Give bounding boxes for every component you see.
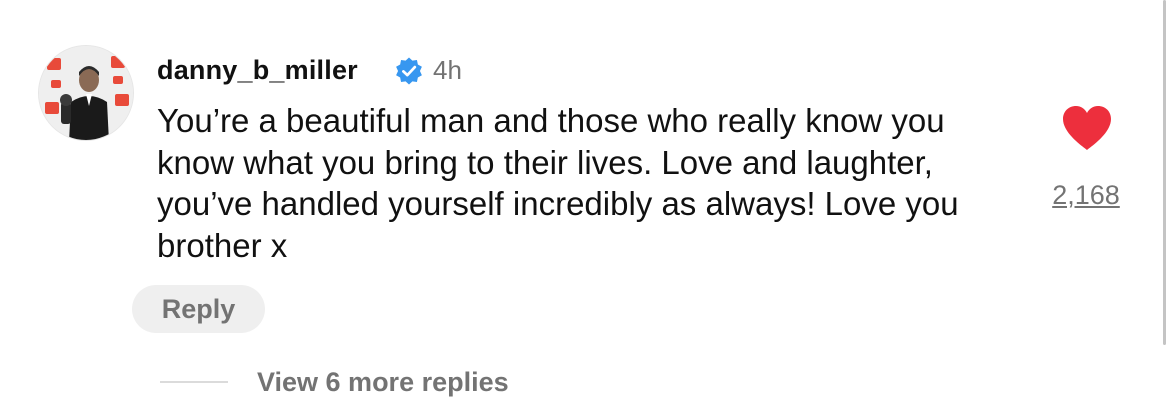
scrollbar[interactable] (1160, 0, 1170, 420)
avatar-image (39, 46, 133, 140)
reply-button[interactable]: Reply (132, 285, 265, 333)
comment-view: danny_b_miller 4h You’re a beautiful man… (0, 0, 1170, 420)
view-more-replies-button[interactable]: View 6 more replies (160, 360, 509, 404)
avatar[interactable] (38, 45, 134, 141)
username[interactable]: danny_b_miller (157, 52, 358, 88)
comment-timestamp: 4h (433, 55, 462, 85)
verified-badge-icon (396, 57, 422, 85)
replies-divider (160, 381, 228, 383)
heart-icon[interactable] (1060, 104, 1114, 152)
view-more-replies-label: View 6 more replies (257, 366, 509, 397)
comment-text: You’re a beautiful man and those who rea… (157, 102, 959, 264)
scrollbar-thumb[interactable] (1163, 0, 1166, 345)
like-count[interactable]: 2,168 (1040, 177, 1132, 213)
